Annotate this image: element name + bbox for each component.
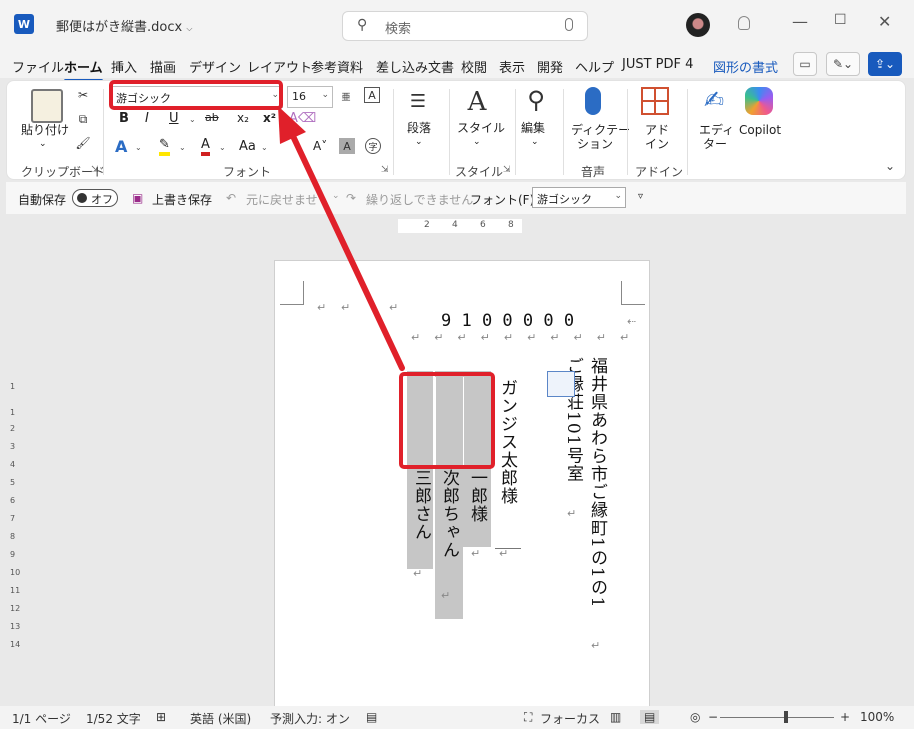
- callout-arrow: [278, 106, 405, 371]
- arrow-shaft: [289, 131, 405, 371]
- page-count[interactable]: 1/1 ページ: [12, 710, 71, 727]
- status-bar: 1/1 ページ 1/52 文字 ⊞ 英語 (米国) 予測入力: オン ▤ ⛶ フ…: [0, 706, 914, 729]
- focus-button[interactable]: フォーカス: [540, 710, 600, 727]
- zoom-slider[interactable]: [720, 717, 834, 718]
- focus-icon[interactable]: ⛶: [524, 710, 532, 725]
- zoom-out-icon[interactable]: −: [708, 710, 718, 724]
- read-mode-icon[interactable]: ▥: [610, 710, 621, 724]
- zoom-in-icon[interactable]: +: [840, 710, 850, 724]
- arrow-head: [278, 106, 306, 144]
- zoom-slider-knob[interactable]: [784, 711, 788, 723]
- proofing-icon[interactable]: ⊞: [156, 710, 166, 724]
- language-indicator[interactable]: 英語 (米国): [190, 710, 251, 727]
- zoom-level[interactable]: 100%: [860, 710, 894, 724]
- word-count[interactable]: 1/52 文字: [86, 710, 141, 727]
- web-layout-icon[interactable]: ◎: [690, 710, 700, 724]
- predictive-input[interactable]: 予測入力: オン: [270, 710, 350, 727]
- print-layout-icon[interactable]: ▤: [640, 710, 660, 724]
- accessibility-icon[interactable]: ▤: [366, 710, 377, 724]
